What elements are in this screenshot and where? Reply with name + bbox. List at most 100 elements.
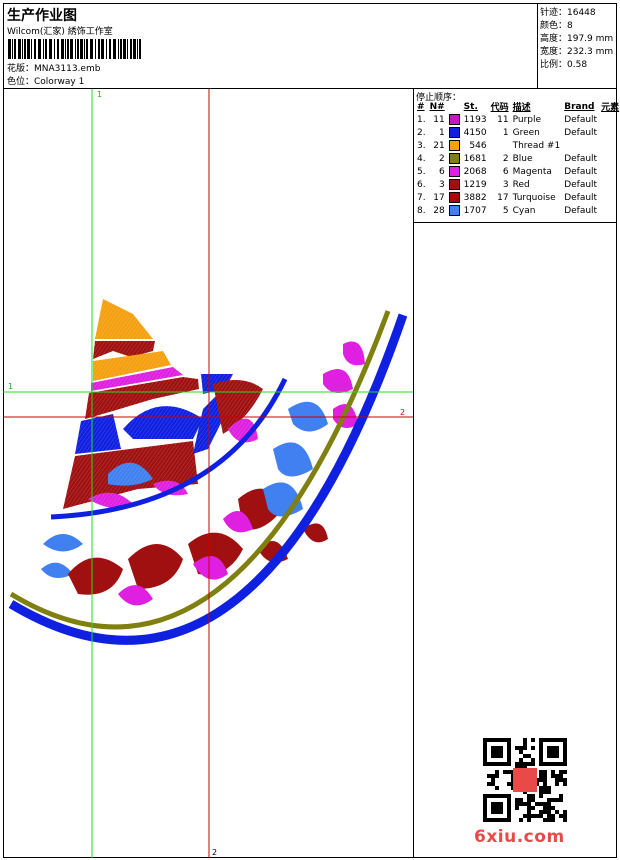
red-swirl-2 bbox=[128, 544, 183, 589]
stop-needle: 11 bbox=[433, 114, 445, 125]
qr-module bbox=[519, 758, 523, 762]
barcode-bar bbox=[123, 39, 126, 59]
stop-needle: 28 bbox=[433, 205, 445, 216]
qr-module bbox=[551, 818, 555, 822]
stop-needle: 21 bbox=[433, 140, 445, 151]
qr-module bbox=[527, 806, 531, 810]
barcode-bar bbox=[18, 39, 21, 59]
qr-module bbox=[503, 770, 507, 774]
stop-row: 1. 11 1193 11 Purple Default bbox=[415, 113, 620, 126]
barcode-bar bbox=[109, 39, 111, 59]
qr-module bbox=[519, 762, 523, 766]
barcode bbox=[8, 39, 141, 59]
red-h-guide-label: 2 bbox=[400, 408, 405, 417]
qr-module bbox=[487, 782, 491, 786]
stop-element bbox=[599, 126, 620, 139]
stop-row: 6. 3 1219 3 Red Default bbox=[415, 178, 620, 191]
stop-description: Thread #1 bbox=[512, 140, 561, 151]
qr-module bbox=[523, 802, 527, 806]
qr-module bbox=[519, 746, 523, 750]
qr-module bbox=[487, 774, 491, 778]
design-file-row: 花版：MNA3113.emb bbox=[7, 61, 100, 74]
qr-module bbox=[555, 798, 559, 802]
stop-code: 5 bbox=[502, 205, 509, 216]
stop-needle: 3 bbox=[438, 179, 445, 190]
cyan-swirl-left-2 bbox=[41, 562, 73, 578]
qr-module bbox=[539, 810, 543, 814]
qr-module bbox=[495, 786, 499, 790]
stop-brand: Default bbox=[564, 153, 598, 164]
stop-description: Red bbox=[512, 179, 530, 190]
stop-code: 3 bbox=[502, 179, 509, 190]
qr-module bbox=[531, 798, 535, 802]
stop-stitches: 3882 bbox=[463, 192, 487, 203]
qr-module bbox=[527, 762, 531, 766]
stop-index: 6. bbox=[417, 179, 426, 190]
barcode-bar bbox=[98, 39, 100, 59]
design-file-label: 花版： bbox=[7, 64, 35, 74]
qr-module bbox=[551, 774, 555, 778]
col-color bbox=[447, 100, 462, 113]
qr-module bbox=[527, 754, 531, 758]
qr-module bbox=[527, 798, 531, 802]
info-panel: 停止顺序： # N# St. 代码 描述 Brand 元素 1. 11 1193 11… bbox=[414, 89, 620, 858]
barcode-bar bbox=[57, 39, 59, 59]
stop-description: Green bbox=[512, 127, 540, 138]
red-swirl-1 bbox=[68, 557, 123, 595]
qr-module bbox=[495, 770, 499, 774]
barcode-bar bbox=[133, 39, 136, 59]
design-file-value: MNA3113.emb bbox=[34, 64, 101, 74]
stop-description: Blue bbox=[512, 153, 533, 164]
qr-module bbox=[531, 814, 535, 818]
qr-module bbox=[519, 818, 523, 822]
qr-module bbox=[563, 770, 567, 774]
color-count: 颜色：8 bbox=[540, 21, 573, 31]
barcode-bar bbox=[106, 39, 107, 59]
barcode-bar bbox=[27, 39, 30, 59]
stop-element bbox=[599, 178, 620, 191]
col-element: 元素 bbox=[601, 103, 620, 113]
qr-module bbox=[551, 770, 555, 774]
barcode-bar bbox=[113, 39, 116, 59]
barcode-bar bbox=[49, 39, 52, 59]
stop-needle: 1 bbox=[438, 127, 445, 138]
barcode-bar bbox=[34, 39, 36, 59]
qr-module bbox=[555, 810, 559, 814]
qr-module bbox=[555, 778, 559, 782]
stop-brand: Default bbox=[564, 166, 598, 177]
barcode-bar bbox=[31, 39, 32, 59]
color-swatch-icon bbox=[448, 179, 460, 190]
qr-module bbox=[543, 782, 547, 786]
qr-module bbox=[527, 810, 531, 814]
color-swatch-icon bbox=[448, 127, 460, 138]
qr-module bbox=[551, 798, 555, 802]
stop-row: 7. 17 3882 17 Turquoise Default bbox=[415, 191, 620, 204]
qr-module bbox=[515, 762, 519, 766]
barcode-bar bbox=[65, 39, 66, 59]
qr-finder-core bbox=[491, 802, 503, 814]
stop-row: 8. 28 1707 5 Cyan Default bbox=[415, 204, 620, 217]
qr-module bbox=[519, 750, 523, 754]
color-swatch-icon bbox=[448, 153, 460, 164]
barcode-bar bbox=[54, 39, 55, 59]
stop-code: 1 bbox=[502, 127, 509, 138]
color-swatch-icon bbox=[448, 114, 460, 125]
qr-module bbox=[563, 810, 567, 814]
cyan-swirl-2 bbox=[273, 442, 313, 477]
qr-module bbox=[563, 814, 567, 818]
qr-module bbox=[507, 782, 511, 786]
col-description: 描述 bbox=[512, 103, 531, 113]
cyan-swirl-left bbox=[43, 534, 83, 552]
stop-index: 1. bbox=[417, 114, 426, 125]
col-code: 代码 bbox=[490, 103, 509, 113]
qr-module bbox=[543, 770, 547, 774]
magenta-swirl-9 bbox=[343, 341, 365, 366]
qr-module bbox=[531, 762, 535, 766]
qr-module bbox=[547, 786, 551, 790]
qr-module bbox=[543, 810, 547, 814]
qr-module bbox=[531, 758, 535, 762]
stop-code bbox=[489, 139, 511, 152]
barcode-bar bbox=[127, 39, 128, 59]
stop-row: 3. 21 546 Thread #1 bbox=[415, 139, 620, 152]
stop-color-swatch bbox=[447, 191, 462, 204]
